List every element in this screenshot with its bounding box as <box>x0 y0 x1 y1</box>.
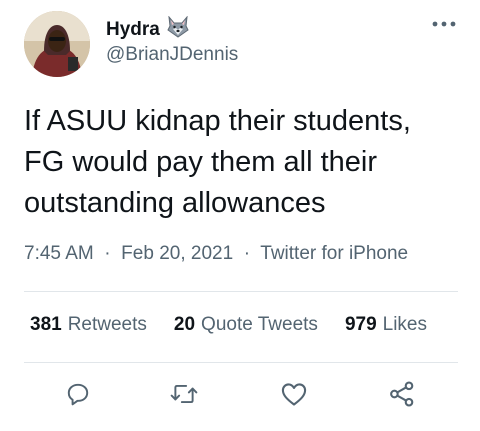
quote-tweets-count: 20 <box>173 314 196 335</box>
tweet-time[interactable]: 7:45 AM <box>24 243 94 264</box>
tweet-text-line: If ASUU kidnap their students, <box>24 105 411 137</box>
divider <box>24 291 458 292</box>
author-name[interactable]: Hydra <box>106 19 160 41</box>
share-icon[interactable] <box>386 378 418 410</box>
tweet-text: If ASUU kidnap their students, FG would … <box>24 101 464 224</box>
reply-icon[interactable] <box>62 378 94 410</box>
quote-tweets-label: Quote Tweets <box>201 314 318 335</box>
retweets-count: 381 <box>30 314 62 335</box>
action-bar <box>0 378 480 418</box>
wolf-emoji-icon <box>166 15 190 44</box>
tweet-date[interactable]: Feb 20, 2021 <box>121 243 233 264</box>
retweets-label: Retweets <box>67 314 147 335</box>
quote-tweets-stat[interactable]: 20 Quote Tweets <box>174 314 318 336</box>
avatar[interactable] <box>24 11 90 77</box>
meta-separator: · <box>99 243 116 264</box>
more-icon[interactable] <box>430 14 458 34</box>
tweet-meta: 7:45 AM · Feb 20, 2021 · Twitter for iPh… <box>24 243 408 265</box>
tweet-source[interactable]: Twitter for iPhone <box>260 243 408 264</box>
likes-stat[interactable]: 979 Likes <box>345 314 427 336</box>
tweet-text-line: FG would pay them all their <box>24 146 377 178</box>
retweets-stat[interactable]: 381 Retweets <box>30 314 147 336</box>
tweet-stats: 381 Retweets 20 Quote Tweets 979 Likes <box>24 314 427 336</box>
likes-label: Likes <box>382 314 427 335</box>
retweet-icon[interactable] <box>168 378 200 410</box>
divider <box>24 362 458 363</box>
like-icon[interactable] <box>278 378 310 410</box>
author-name-row[interactable]: Hydra <box>106 15 190 44</box>
likes-count: 979 <box>344 314 377 335</box>
author-handle[interactable]: @BrianJDennis <box>106 44 238 66</box>
avatar-image <box>24 11 90 77</box>
meta-separator: · <box>238 243 256 264</box>
tweet-text-line: outstanding allowances <box>24 187 326 219</box>
